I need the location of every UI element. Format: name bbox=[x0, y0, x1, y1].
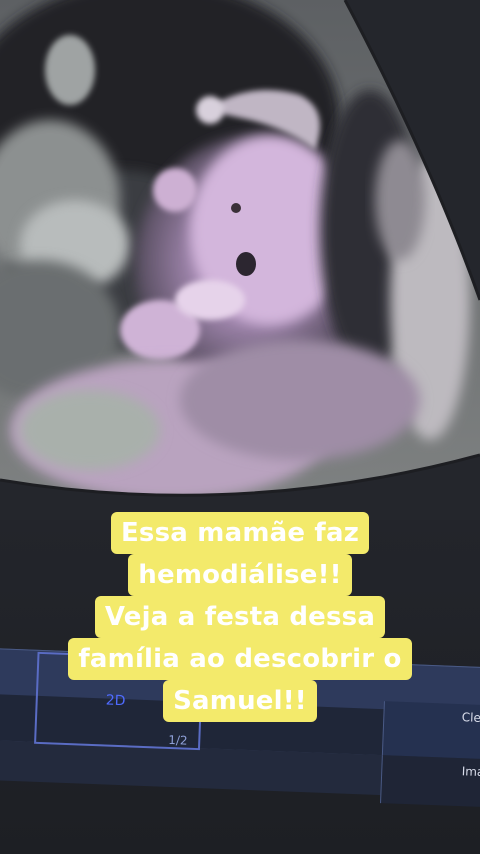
caption-line-4: família ao descobrir o bbox=[68, 638, 412, 680]
screen: 2D 1/2 ClearV 4 Image 95 Essa mamãe faz … bbox=[0, 0, 480, 854]
caption-line-1: Essa mamãe faz bbox=[110, 512, 370, 554]
caption-line-2: hemodiálise!! bbox=[128, 554, 352, 596]
image-setting[interactable]: Image 95 bbox=[380, 755, 480, 808]
caption-line-3: Veja a festa dessa bbox=[94, 596, 386, 638]
ultrasound-image bbox=[0, 0, 480, 520]
caption-line-5: Samuel!! bbox=[163, 680, 317, 722]
page-indicator: 1/2 bbox=[168, 732, 188, 748]
